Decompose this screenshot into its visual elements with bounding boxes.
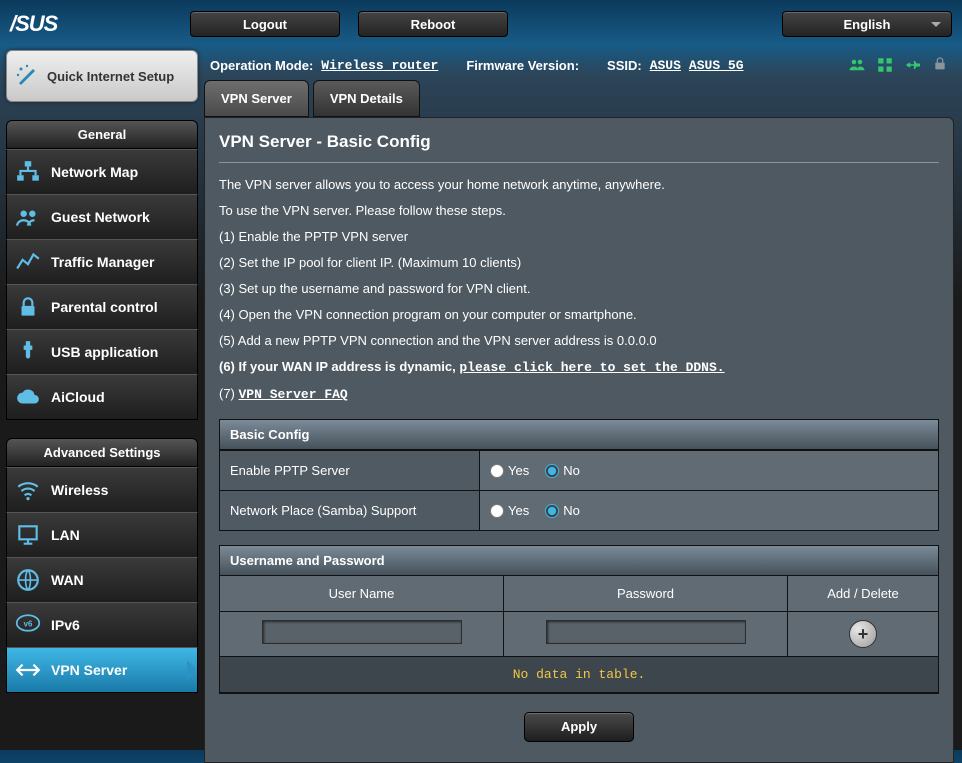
sidebar-item-vpn-server[interactable]: VPN Server xyxy=(6,647,198,693)
password-input[interactable] xyxy=(546,620,746,644)
brand-logo: /SUS xyxy=(10,11,190,37)
description-text: The VPN server allows you to access your… xyxy=(219,175,939,405)
lock-icon[interactable] xyxy=(932,56,950,74)
userpass-table: Username and Password User Name Password… xyxy=(219,545,939,694)
sidebar-item-usb-application[interactable]: USB application xyxy=(6,329,198,375)
page-title: VPN Server - Basic Config xyxy=(219,132,939,163)
op-mode-label: Operation Mode: xyxy=(210,58,313,73)
sidebar-item-label: Traffic Manager xyxy=(51,254,154,270)
vpn-faq-link[interactable]: VPN Server FAQ xyxy=(239,387,348,402)
sidebar-item-label: VPN Server xyxy=(51,662,127,678)
col-username: User Name xyxy=(220,576,504,611)
wireless-icon xyxy=(15,477,41,503)
clients-icon[interactable] xyxy=(848,56,866,74)
quick-setup-label: Quick Internet Setup xyxy=(47,69,174,84)
parental-control-icon xyxy=(15,294,41,320)
language-select[interactable]: English xyxy=(782,11,952,37)
add-row-button[interactable] xyxy=(849,620,877,648)
wan-icon xyxy=(15,567,41,593)
sidebar-item-lan[interactable]: LAN xyxy=(6,512,198,558)
enable-pptp-no[interactable]: No xyxy=(545,463,580,478)
tab-vpn-server[interactable]: VPN Server xyxy=(204,80,309,117)
samba-yes[interactable]: Yes xyxy=(490,503,529,518)
content-panel: VPN Server - Basic Config The VPN server… xyxy=(204,117,954,763)
sidebar-item-aicloud[interactable]: AiCloud xyxy=(6,374,198,420)
wand-icon xyxy=(15,63,39,87)
enable-pptp-label: Enable PPTP Server xyxy=(220,451,480,490)
col-password: Password xyxy=(504,576,788,611)
ssid-2[interactable]: ASUS_5G xyxy=(689,58,744,73)
network-status-icon[interactable] xyxy=(876,56,894,74)
ddns-link[interactable]: please click here to set the DDNS. xyxy=(459,360,724,375)
sidebar-item-label: Guest Network xyxy=(51,209,150,225)
reboot-button[interactable]: Reboot xyxy=(358,11,508,37)
sidebar-item-label: Wireless xyxy=(51,482,108,498)
guest-network-icon xyxy=(15,204,41,230)
network-map-icon xyxy=(15,159,41,185)
samba-support-label: Network Place (Samba) Support xyxy=(220,491,480,530)
col-add-delete: Add / Delete xyxy=(788,576,938,611)
basic-config-header: Basic Config xyxy=(220,420,938,450)
section-advanced-header: Advanced Settings xyxy=(6,438,198,467)
ssid-1[interactable]: ASUS xyxy=(650,58,681,73)
fw-label: Firmware Version: xyxy=(466,58,579,73)
sidebar-item-label: AiCloud xyxy=(51,389,105,405)
ipv6-icon: v6 xyxy=(15,612,41,638)
usb-application-icon xyxy=(15,339,41,365)
traffic-manager-icon xyxy=(15,249,41,275)
sidebar-item-ipv6[interactable]: v6 IPv6 xyxy=(6,602,198,648)
basic-config-table: Basic Config Enable PPTP Server Yes No N… xyxy=(219,419,939,531)
usb-icon[interactable] xyxy=(904,56,922,74)
samba-no[interactable]: No xyxy=(545,503,580,518)
enable-pptp-yes[interactable]: Yes xyxy=(490,463,529,478)
op-mode-value[interactable]: Wireless router xyxy=(321,58,438,73)
sidebar-item-label: IPv6 xyxy=(51,617,80,633)
vpn-server-icon xyxy=(15,657,41,683)
section-general-header: General xyxy=(6,120,198,149)
sidebar-item-network-map[interactable]: Network Map xyxy=(6,149,198,195)
username-input[interactable] xyxy=(262,620,462,644)
sidebar-item-label: LAN xyxy=(51,527,80,543)
sidebar-item-label: USB application xyxy=(51,344,158,360)
sidebar-item-label: Network Map xyxy=(51,164,138,180)
sidebar-item-parental-control[interactable]: Parental control xyxy=(6,284,198,330)
sidebar-item-label: WAN xyxy=(51,572,84,588)
logout-button[interactable]: Logout xyxy=(190,11,340,37)
userpass-header: Username and Password xyxy=(220,546,938,576)
sidebar-item-wireless[interactable]: Wireless xyxy=(6,467,198,513)
aicloud-icon xyxy=(15,384,41,410)
sidebar-item-guest-network[interactable]: Guest Network xyxy=(6,194,198,240)
sidebar-item-label: Parental control xyxy=(51,299,158,315)
quick-internet-setup[interactable]: Quick Internet Setup xyxy=(6,50,198,102)
apply-button[interactable]: Apply xyxy=(524,712,634,742)
lan-icon xyxy=(15,522,41,548)
tab-vpn-details[interactable]: VPN Details xyxy=(313,80,420,117)
ssid-label: SSID: xyxy=(607,58,642,73)
no-data-row: No data in table. xyxy=(220,656,938,693)
sidebar-item-traffic-manager[interactable]: Traffic Manager xyxy=(6,239,198,285)
svg-text:v6: v6 xyxy=(24,619,33,628)
sidebar-item-wan[interactable]: WAN xyxy=(6,557,198,603)
